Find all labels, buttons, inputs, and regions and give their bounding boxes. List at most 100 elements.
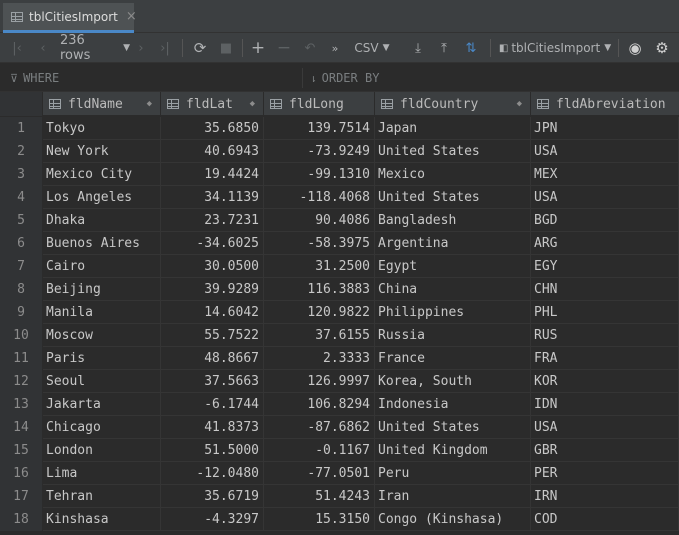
cell-fldlat[interactable]: 35.6850 [161,117,264,140]
cell-fldabreviation[interactable]: MEX [531,163,679,186]
upload-icon[interactable]: ⤒ [434,33,454,63]
previous-page-icon[interactable]: ‹ [34,33,52,63]
cell-fldlat[interactable]: 14.6042 [161,301,264,324]
cell-fldname[interactable]: Buenos Aires [43,232,161,255]
next-page-icon[interactable]: › [132,33,150,63]
cell-fldabreviation[interactable]: FRA [531,347,679,370]
cell-fldlat[interactable]: 41.8373 [161,416,264,439]
table-row[interactable]: 4 Los Angeles 34.1139 -118.4068 United State… [0,186,679,209]
cell-fldname[interactable]: Paris [43,347,161,370]
row-number[interactable]: 3 [0,163,43,186]
cell-fldabreviation[interactable]: IDN [531,393,679,416]
datasource-dropdown[interactable]: ◧ tblCitiesImport ▼ [498,33,612,63]
export-format-dropdown[interactable]: CSV ▼ [350,33,394,63]
cell-fldcountry[interactable]: Philippines [375,301,531,324]
cell-fldlat[interactable]: -12.0480 [161,462,264,485]
table-row[interactable]: 18 Kinshasa -4.3297 15.3150 Congo (Kinshasa)… [0,508,679,531]
cell-fldname[interactable]: Tehran [43,485,161,508]
cell-fldabreviation[interactable]: RUS [531,324,679,347]
table-row[interactable]: 16 Lima -12.0480 -77.0501 Peru PER [0,462,679,485]
cell-fldlat[interactable]: -6.1744 [161,393,264,416]
cell-fldname[interactable]: Lima [43,462,161,485]
cell-fldcountry[interactable]: France [375,347,531,370]
row-number[interactable]: 8 [0,278,43,301]
table-row[interactable]: 8 Beijing 39.9289 116.3883 China CHN [0,278,679,301]
cell-fldlong[interactable]: -77.0501 [264,462,375,485]
gear-icon[interactable]: ⚙ [652,33,672,63]
rows-count-dropdown[interactable]: 236 rows ▼ [60,33,130,63]
cell-fldlat[interactable]: 30.0500 [161,255,264,278]
column-header-fldabreviation[interactable]: fldAbreviation [531,92,679,116]
cell-fldlong[interactable]: -73.9249 [264,140,375,163]
row-number[interactable]: 5 [0,209,43,232]
cell-fldlat[interactable]: 48.8667 [161,347,264,370]
orderby-field[interactable]: ⇂ ORDER BY [310,71,379,85]
cell-fldabreviation[interactable]: USA [531,186,679,209]
table-row[interactable]: 1 Tokyo 35.6850 139.7514 Japan JPN [0,117,679,140]
row-number[interactable]: 11 [0,347,43,370]
cell-fldabreviation[interactable]: EGY [531,255,679,278]
cell-fldlong[interactable]: 116.3883 [264,278,375,301]
cell-fldname[interactable]: Cairo [43,255,161,278]
row-number[interactable]: 17 [0,485,43,508]
cell-fldabreviation[interactable]: PHL [531,301,679,324]
delete-row-icon[interactable]: − [274,33,294,63]
cell-fldlat[interactable]: 34.1139 [161,186,264,209]
cell-fldcountry[interactable]: United States [375,416,531,439]
row-number[interactable]: 10 [0,324,43,347]
more-actions-icon[interactable]: » [326,33,344,63]
refresh-icon[interactable]: ⟳ [190,33,210,63]
cell-fldname[interactable]: London [43,439,161,462]
cell-fldcountry[interactable]: Congo (Kinshasa) [375,508,531,531]
cell-fldlong[interactable]: 139.7514 [264,117,375,140]
table-row[interactable]: 10 Moscow 55.7522 37.6155 Russia RUS [0,324,679,347]
cell-fldcountry[interactable]: Russia [375,324,531,347]
row-number[interactable]: 18 [0,508,43,531]
cell-fldlat[interactable]: 39.9289 [161,278,264,301]
cell-fldname[interactable]: Moscow [43,324,161,347]
table-row[interactable]: 2 New York 40.6943 -73.9249 United States USA [0,140,679,163]
row-number[interactable]: 9 [0,301,43,324]
cell-fldcountry[interactable]: Mexico [375,163,531,186]
cell-fldlat[interactable]: 40.6943 [161,140,264,163]
cell-fldabreviation[interactable]: BGD [531,209,679,232]
cell-fldcountry[interactable]: Indonesia [375,393,531,416]
cell-fldcountry[interactable]: Egypt [375,255,531,278]
cell-fldabreviation[interactable]: ARG [531,232,679,255]
cell-fldlong[interactable]: 37.6155 [264,324,375,347]
cell-fldabreviation[interactable]: USA [531,416,679,439]
cell-fldcountry[interactable]: Iran [375,485,531,508]
cell-fldname[interactable]: Mexico City [43,163,161,186]
row-number[interactable]: 6 [0,232,43,255]
cell-fldabreviation[interactable]: PER [531,462,679,485]
download-icon[interactable]: ⤓ [408,33,428,63]
cell-fldname[interactable]: Manila [43,301,161,324]
cell-fldname[interactable]: Los Angeles [43,186,161,209]
cell-fldabreviation[interactable]: GBR [531,439,679,462]
last-page-icon[interactable]: ›| [156,33,174,63]
row-number[interactable]: 4 [0,186,43,209]
table-row[interactable]: 14 Chicago 41.8373 -87.6862 United States USA [0,416,679,439]
row-number[interactable]: 16 [0,462,43,485]
cell-fldcountry[interactable]: Korea, South [375,370,531,393]
cell-fldcountry[interactable]: Bangladesh [375,209,531,232]
cell-fldlong[interactable]: 51.4243 [264,485,375,508]
cell-fldname[interactable]: Tokyo [43,117,161,140]
table-row[interactable]: 15 London 51.5000 -0.1167 United Kingdom GBR [0,439,679,462]
table-row[interactable]: 5 Dhaka 23.7231 90.4086 Bangladesh BGD [0,209,679,232]
cell-fldcountry[interactable]: Japan [375,117,531,140]
cell-fldlat[interactable]: 37.5663 [161,370,264,393]
row-number[interactable]: 14 [0,416,43,439]
cell-fldname[interactable]: Jakarta [43,393,161,416]
cell-fldlong[interactable]: -0.1167 [264,439,375,462]
cell-fldcountry[interactable]: Argentina [375,232,531,255]
sort-toggle-icon[interactable]: ◆ [250,99,255,109]
sort-toggle-icon[interactable]: ◆ [517,99,522,109]
cell-fldlong[interactable]: 120.9822 [264,301,375,324]
first-page-icon[interactable]: |‹ [8,33,26,63]
table-row[interactable]: 11 Paris 48.8667 2.3333 France FRA [0,347,679,370]
add-row-icon[interactable]: + [248,33,268,63]
cell-fldlat[interactable]: 51.5000 [161,439,264,462]
cell-fldcountry[interactable]: China [375,278,531,301]
row-number[interactable]: 2 [0,140,43,163]
